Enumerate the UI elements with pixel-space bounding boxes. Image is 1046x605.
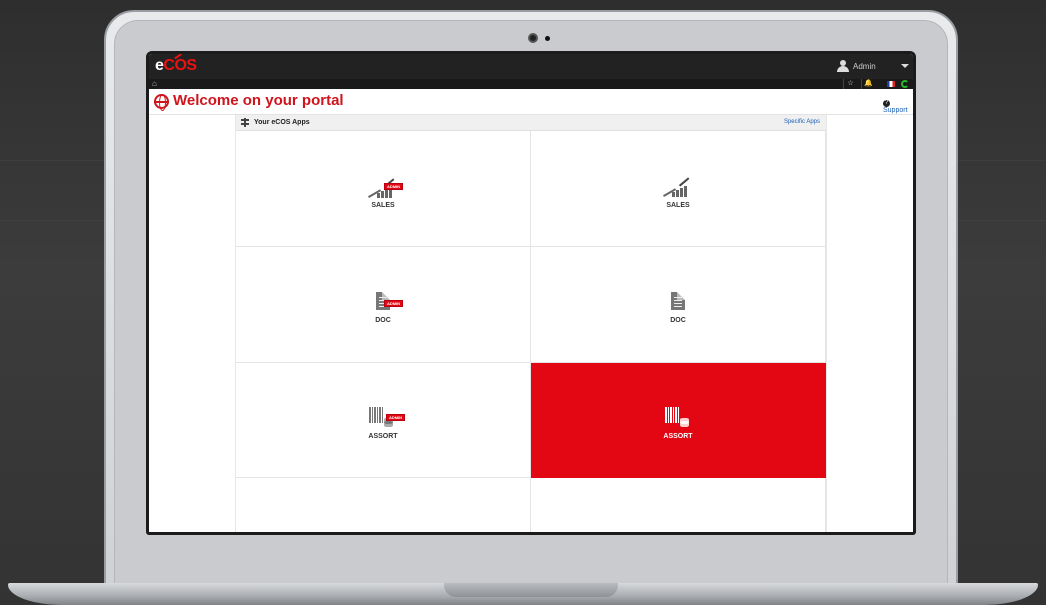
admin-badge: ADMIN [384,183,403,190]
star-icon[interactable]: ☆ [843,79,857,89]
user-icon[interactable] [837,60,849,73]
app-tile-doc-admin[interactable]: ADMIN DOC [236,247,531,363]
app-tile-label: SALES [666,202,690,209]
apps-panel-title: Your eCOS Apps [254,119,310,126]
question-icon: ? [883,100,890,107]
admin-badge: ADMIN [386,414,405,421]
admin-badge: ADMIN [384,300,403,307]
bell-icon[interactable]: 🔔 [861,79,875,89]
app-tile-empty [531,478,826,532]
app-tile-doc[interactable]: DOC [531,247,826,363]
support-link[interactable]: ?Support [883,99,913,114]
app-tile-label: DOC [375,317,391,324]
app-tile-label: SALES [371,202,395,209]
home-icon[interactable]: ⌂ [152,79,157,89]
right-panel [826,115,913,532]
app-tile-empty [236,478,531,532]
apps-grid: ADMIN SALES SALES ADMIN DOC DOC ADMIN AS… [236,131,826,532]
sales-chart-icon [663,177,690,197]
app-tile-sales[interactable]: SALES [531,131,826,247]
webcam-icon [528,33,538,43]
apps-panel-header: Your eCOS Apps Specific Apps [236,115,826,131]
toolbar: ⌂ ☆ 🔔 [149,79,913,89]
signpost-icon [241,118,249,127]
app-tile-label: DOC [670,317,686,324]
barcode-database-icon [665,407,689,427]
app-tile-label: ASSORT [663,433,693,440]
globe-icon [154,94,169,111]
left-panel [149,115,236,532]
app-tile-assort-admin[interactable]: ADMIN ASSORT [236,363,531,478]
laptop-notch [444,583,618,597]
app-tile-label: ASSORT [368,433,398,440]
refresh-icon[interactable] [901,80,909,88]
app-tile-assort[interactable]: ASSORT [531,363,826,478]
page-header: Welcome on your portal ?Support [149,89,913,115]
webcam-sensor [545,36,550,41]
chevron-down-icon[interactable] [901,64,909,68]
specific-apps-link[interactable]: Specific Apps [784,119,820,125]
page-title: Welcome on your portal [173,92,344,109]
app-topbar: eCOS Admin [149,54,913,79]
app-tile-sales-admin[interactable]: ADMIN SALES [236,131,531,247]
document-icon [671,292,685,310]
user-name[interactable]: Admin [853,62,876,71]
laptop-screen: eCOS Admin ⌂ ☆ 🔔 Welcome on your portal … [146,51,916,535]
flag-icon[interactable] [887,81,895,87]
support-label[interactable]: Support [883,107,908,114]
